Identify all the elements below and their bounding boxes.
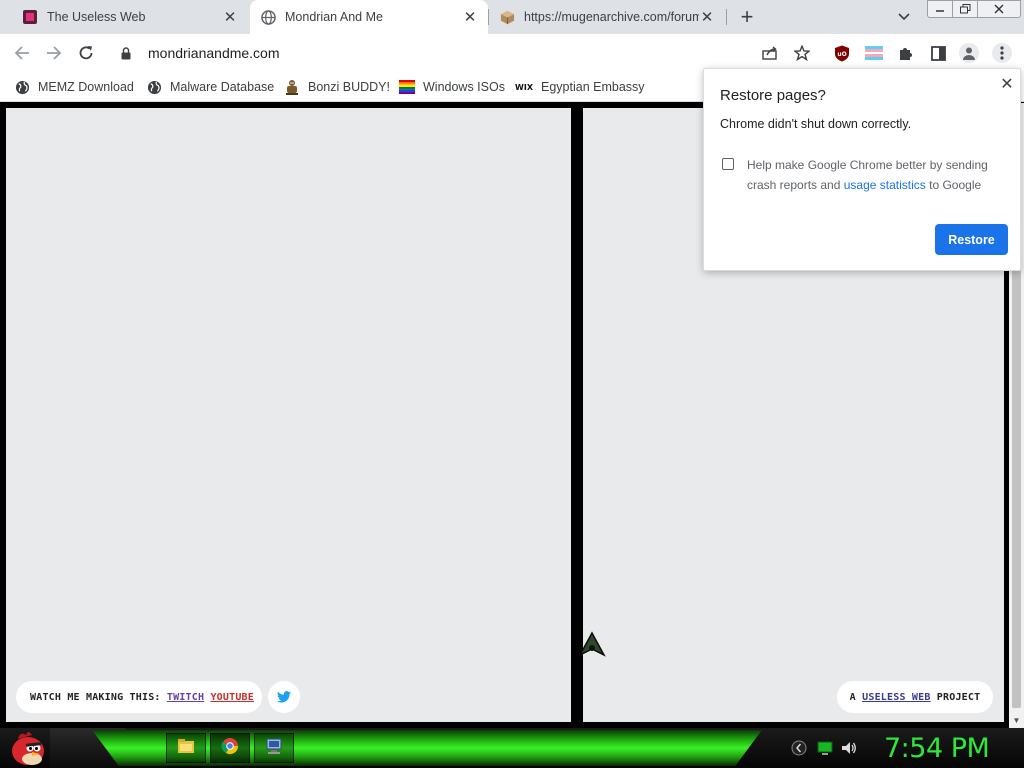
bookmark-label: Windows ISOs: [423, 80, 505, 94]
taskbar-computer[interactable]: [254, 733, 294, 763]
rainbow-flag-icon: [399, 79, 415, 95]
crash-reports-checkbox[interactable]: [722, 158, 734, 170]
tray-chevron-icon[interactable]: [790, 739, 808, 757]
bookmark-star-icon[interactable]: [792, 43, 812, 63]
bookmark-label: Malware Database: [170, 80, 275, 94]
ublock-origin-icon[interactable]: uO: [832, 43, 852, 63]
bookmark-windows-isos[interactable]: Windows ISOs: [399, 76, 505, 98]
useless-suffix-text: PROJECT: [936, 691, 981, 703]
file-explorer-icon: [177, 738, 195, 759]
tab-title: https://mugenarchive.com/forum: [524, 10, 699, 24]
close-tab-icon[interactable]: ✕: [222, 9, 238, 26]
close-window-button[interactable]: [977, 0, 1021, 18]
usage-statistics-link[interactable]: usage statistics: [844, 178, 926, 192]
checkbox-tail: to Google: [929, 178, 982, 192]
bookmark-malware-database[interactable]: Malware Database: [146, 76, 274, 98]
restore-window-button[interactable]: [952, 0, 978, 18]
twitch-link[interactable]: TWITCH: [167, 692, 204, 703]
volume-speaker-icon[interactable]: [840, 739, 858, 757]
globe-icon: [14, 79, 30, 95]
tab-mugenarchive[interactable]: https://mugenarchive.com/forum ✕: [489, 0, 725, 34]
bonzi-icon: [284, 79, 300, 95]
computer-icon: [265, 737, 283, 760]
useless-web-favicon: [22, 9, 38, 25]
mondrian-panel-left[interactable]: [6, 108, 571, 722]
address-bar[interactable]: mondrianandme.com: [110, 38, 820, 68]
side-panel-icon[interactable]: [928, 43, 948, 63]
svg-text:uO: uO: [837, 51, 846, 58]
mouse-cursor-icon: [578, 631, 606, 657]
wix-icon: WIX: [515, 82, 533, 92]
tab-mondrian-and-me[interactable]: Mondrian And Me ✕: [250, 0, 488, 34]
minimize-window-button[interactable]: [927, 0, 953, 18]
bookmark-label: MEMZ Download: [38, 80, 134, 94]
restore-button[interactable]: Restore: [935, 224, 1008, 255]
bookmark-memz-download[interactable]: MEMZ Download: [14, 76, 134, 98]
globe-icon: [146, 79, 162, 95]
taskbar: 7:54 PM: [0, 728, 1024, 768]
taskbar-chrome[interactable]: [210, 733, 250, 763]
tab-strip: The Useless Web ✕ Mondrian And Me ✕ http…: [0, 0, 1024, 34]
angry-bird-start-button-icon[interactable]: [6, 729, 48, 767]
extensions-puzzle-icon[interactable]: [896, 43, 916, 63]
restore-pages-dialog: Restore pages? ✕ Chrome didn't shut down…: [703, 68, 1021, 271]
back-arrow-icon[interactable]: [10, 41, 34, 65]
scroll-down-arrow-icon[interactable]: ▼: [1009, 714, 1024, 726]
twitter-bird-icon[interactable]: [268, 681, 300, 713]
new-tab-button[interactable]: +: [733, 4, 761, 29]
watch-prefix-text: WATCH ME MAKING THIS:: [30, 691, 161, 703]
close-tab-icon[interactable]: ✕: [699, 9, 715, 26]
watch-me-making-this-banner: WATCH ME MAKING THIS: TWITCH YOUTUBE: [16, 681, 262, 713]
forward-arrow-icon[interactable]: [42, 41, 66, 65]
close-tab-icon[interactable]: ✕: [462, 9, 478, 26]
pride-flag-extension-icon[interactable]: [864, 43, 884, 63]
bookmark-bonzi-buddy[interactable]: Bonzi BUDDY!: [284, 76, 390, 98]
crash-reports-label: Help make Google Chrome better by sendin…: [747, 155, 1007, 195]
tab-separator: [726, 9, 727, 25]
useless-a-text: A: [849, 691, 856, 703]
tab-useless-web[interactable]: The Useless Web ✕: [12, 0, 248, 34]
bookmark-egyptian-embassy[interactable]: WIX Egyptian Embassy: [515, 76, 645, 98]
useless-web-project-banner: A USELESS WEB PROJECT: [837, 681, 993, 713]
bookmark-label: Egyptian Embassy: [541, 80, 645, 94]
bookmark-label: Bonzi BUDDY!: [308, 80, 390, 94]
network-monitor-icon[interactable]: [816, 739, 834, 757]
profile-avatar-icon[interactable]: [959, 43, 979, 63]
dialog-title: Restore pages?: [720, 87, 826, 104]
address-url: mondrianandme.com: [148, 45, 280, 61]
taskbar-file-explorer[interactable]: [166, 733, 206, 763]
dialog-close-icon[interactable]: ✕: [998, 75, 1016, 93]
reload-icon[interactable]: [74, 41, 98, 65]
youtube-link[interactable]: YOUTUBE: [210, 692, 254, 703]
dialog-message: Chrome didn't shut down correctly.: [720, 117, 912, 131]
taskbar-clock[interactable]: 7:54 PM: [884, 730, 990, 766]
lock-icon[interactable]: [118, 45, 134, 61]
browser-toolbar: mondrianandme.com uO: [0, 34, 1024, 72]
tab-title: Mondrian And Me: [285, 10, 383, 24]
chrome-icon: [221, 737, 239, 760]
globe-icon: [260, 9, 276, 25]
useless-web-link[interactable]: USELESS WEB: [862, 692, 930, 703]
package-favicon: [499, 9, 515, 25]
menu-kebab-icon[interactable]: [992, 43, 1012, 63]
tab-search-chevron-icon[interactable]: [893, 8, 915, 26]
tab-title: The Useless Web: [47, 10, 146, 24]
share-icon[interactable]: [760, 43, 780, 63]
